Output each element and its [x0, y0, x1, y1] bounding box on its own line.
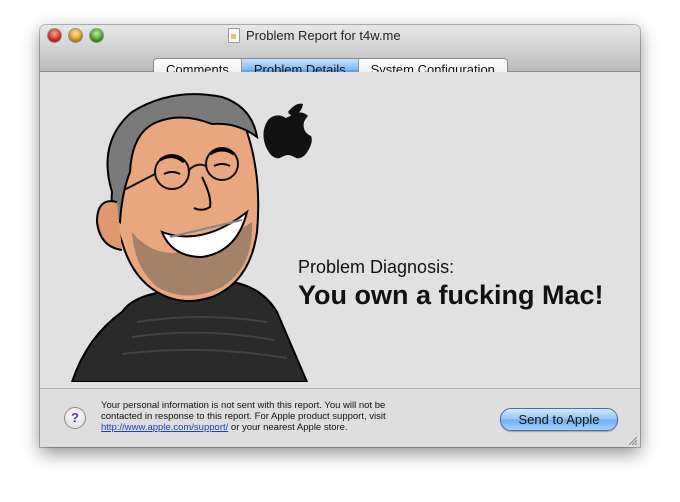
privacy-note-tail: or your nearest Apple store. [228, 422, 348, 433]
problem-details-pane: Problem Diagnosis: You own a fucking Mac… [40, 72, 640, 388]
send-to-apple-button[interactable]: Send to Apple [500, 408, 618, 431]
minimize-button[interactable] [69, 29, 82, 42]
problem-report-window: Problem Report for t4w.me Comments Probl… [40, 25, 640, 447]
help-button[interactable]: ? [64, 407, 86, 429]
footer-bar: ? Your personal information is not sent … [40, 388, 640, 447]
diagnosis-label: Problem Diagnosis: [298, 257, 455, 277]
privacy-note-line2: contacted in response to this report. Fo… [101, 411, 386, 422]
zoom-button[interactable] [90, 29, 103, 42]
privacy-note: Your personal information is not sent wi… [101, 400, 421, 433]
diagnosis-value: You own a fucking Mac! [298, 280, 604, 310]
apple-logo-icon [263, 103, 312, 159]
window-title: Problem Report for t4w.me [246, 28, 401, 43]
resize-grip-icon[interactable] [627, 435, 637, 445]
support-link[interactable]: http://www.apple.com/support/ [101, 422, 228, 433]
close-button[interactable] [48, 29, 61, 42]
document-icon [228, 28, 240, 43]
privacy-note-line1: Your personal information is not sent wi… [101, 400, 386, 411]
